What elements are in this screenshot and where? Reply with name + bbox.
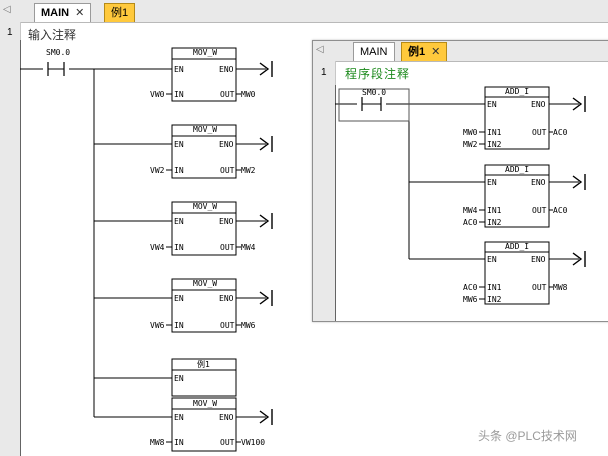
tab-scroll-left-icon[interactable]: ◁ (316, 44, 324, 55)
block-title: ADD_I (505, 87, 529, 96)
block-in1: IN1 (487, 283, 502, 292)
block-en: EN (487, 178, 497, 187)
block-out: OUT (220, 243, 235, 252)
tab-example1[interactable]: 例1 (104, 3, 136, 22)
block-title: ADD_I (505, 165, 529, 174)
block-in1-value: AC0 (463, 283, 478, 292)
block-en: EN (174, 294, 184, 303)
block-in1-value: MW0 (463, 128, 478, 137)
block-title: MOV_W (193, 202, 217, 211)
tab-scroll-left-icon[interactable]: ◁ (3, 4, 11, 15)
block-out: OUT (532, 206, 547, 215)
block-en: EN (487, 255, 497, 264)
block-in-value: MW8 (150, 438, 165, 447)
tab-example1-label: 例1 (111, 7, 129, 19)
block-out-value: MW6 (241, 321, 256, 330)
block-in: IN (174, 166, 184, 175)
block-in-value: VW6 (150, 321, 165, 330)
sub-tab-main-label: MAIN (360, 46, 388, 58)
subroutine-call-block[interactable]: 例1 EN (171, 358, 237, 397)
block-out: OUT (220, 90, 235, 99)
block-en: EN (174, 217, 184, 226)
block-eno: ENO (531, 178, 546, 187)
block-out: OUT (220, 166, 235, 175)
block-in-value: VW2 (150, 166, 165, 175)
block-out: OUT (220, 438, 235, 447)
block-in1: IN1 (487, 206, 502, 215)
block-title: ADD_I (505, 242, 529, 251)
sub-network-comment[interactable]: 程序段注释 (345, 65, 410, 82)
block-out-value: MW0 (241, 90, 256, 99)
block-eno: ENO (219, 65, 234, 74)
block-out: OUT (220, 321, 235, 330)
block-title: MOV_W (193, 48, 217, 57)
block-in2-value: AC0 (463, 218, 478, 227)
mov-block-4[interactable]: MOV_W EN ENO IN OUT VW6 MW6 (150, 278, 273, 333)
block-in2: IN2 (487, 295, 502, 304)
tab-main-label: MAIN (41, 7, 70, 19)
block-title: MOV_W (193, 125, 217, 134)
block-in2: IN2 (487, 218, 502, 227)
main-ladder-network: SM0.0 MOV_W EN ENO IN OUT VW0 MW0 MOV_W … (20, 40, 273, 456)
mov-block-6[interactable]: MOV_W EN ENO IN OUT MW8 VW100 (150, 397, 273, 452)
block-en: EN (174, 374, 184, 383)
block-in: IN (174, 321, 184, 330)
block-in2-value: MW6 (463, 295, 478, 304)
block-out-value: MW2 (241, 166, 256, 175)
add-block-2[interactable]: ADD_I EN ENO IN1 IN2 OUT MW4 AC0 AC0 (463, 164, 586, 228)
block-title: MOV_W (193, 399, 217, 408)
subroutine-panel: ◁ MAIN 例1 ✕ 1 程序段注释 SM0.0 ADD_I EN ENO I… (312, 40, 608, 322)
tab-main[interactable]: MAIN ✕ (34, 3, 92, 22)
block-out-value: MW4 (241, 243, 256, 252)
close-icon[interactable]: ✕ (75, 7, 84, 19)
watermark: 头条 @PLC技术网 (478, 429, 577, 443)
block-eno: ENO (219, 413, 234, 422)
close-icon[interactable]: ✕ (431, 46, 440, 58)
block-out-value: VW100 (241, 438, 265, 447)
network-gutter (0, 22, 21, 456)
block-in: IN (174, 438, 184, 447)
block-out-value: AC0 (553, 128, 568, 137)
block-eno: ENO (219, 217, 234, 226)
block-en: EN (174, 413, 184, 422)
sub-network-number: 1 (321, 67, 327, 78)
block-in2: IN2 (487, 140, 502, 149)
block-out-value: AC0 (553, 206, 568, 215)
sub-tab-example1-label: 例1 (408, 46, 426, 58)
block-eno: ENO (219, 140, 234, 149)
block-eno: ENO (531, 100, 546, 109)
sub-tab-main[interactable]: MAIN (353, 42, 395, 61)
block-title: 例1 (197, 359, 210, 369)
block-out: OUT (532, 283, 547, 292)
sub-network-gutter (313, 61, 336, 321)
block-in1: IN1 (487, 128, 502, 137)
block-en: EN (174, 65, 184, 74)
add-block-1[interactable]: ADD_I EN ENO IN1 IN2 OUT MW0 MW2 AC0 (463, 86, 586, 150)
network-number: 1 (7, 27, 13, 38)
block-en: EN (487, 100, 497, 109)
mov-block-2[interactable]: MOV_W EN ENO IN OUT VW2 MW2 (150, 124, 273, 179)
block-en: EN (174, 140, 184, 149)
block-in-value: VW0 (150, 90, 165, 99)
contact-label: SM0.0 (46, 48, 70, 57)
sub-ladder-network: SM0.0 ADD_I EN ENO IN1 IN2 OUT MW0 MW2 A… (335, 85, 586, 321)
block-eno: ENO (219, 294, 234, 303)
block-in: IN (174, 243, 184, 252)
block-out: OUT (532, 128, 547, 137)
sub-tab-example1[interactable]: 例1 ✕ (401, 42, 448, 61)
block-in: IN (174, 90, 184, 99)
block-out-value: MW8 (553, 283, 568, 292)
block-title: MOV_W (193, 279, 217, 288)
add-block-3[interactable]: ADD_I EN ENO IN1 IN2 OUT AC0 MW6 MW8 (463, 241, 586, 305)
mov-block-3[interactable]: MOV_W EN ENO IN OUT VW4 MW4 (150, 201, 273, 256)
block-in2-value: MW2 (463, 140, 478, 149)
block-in1-value: MW4 (463, 206, 478, 215)
block-eno: ENO (531, 255, 546, 264)
contact-label: SM0.0 (362, 88, 386, 97)
block-in-value: VW4 (150, 243, 165, 252)
mov-block-1[interactable]: MOV_W EN ENO IN OUT VW0 MW0 (150, 47, 273, 102)
